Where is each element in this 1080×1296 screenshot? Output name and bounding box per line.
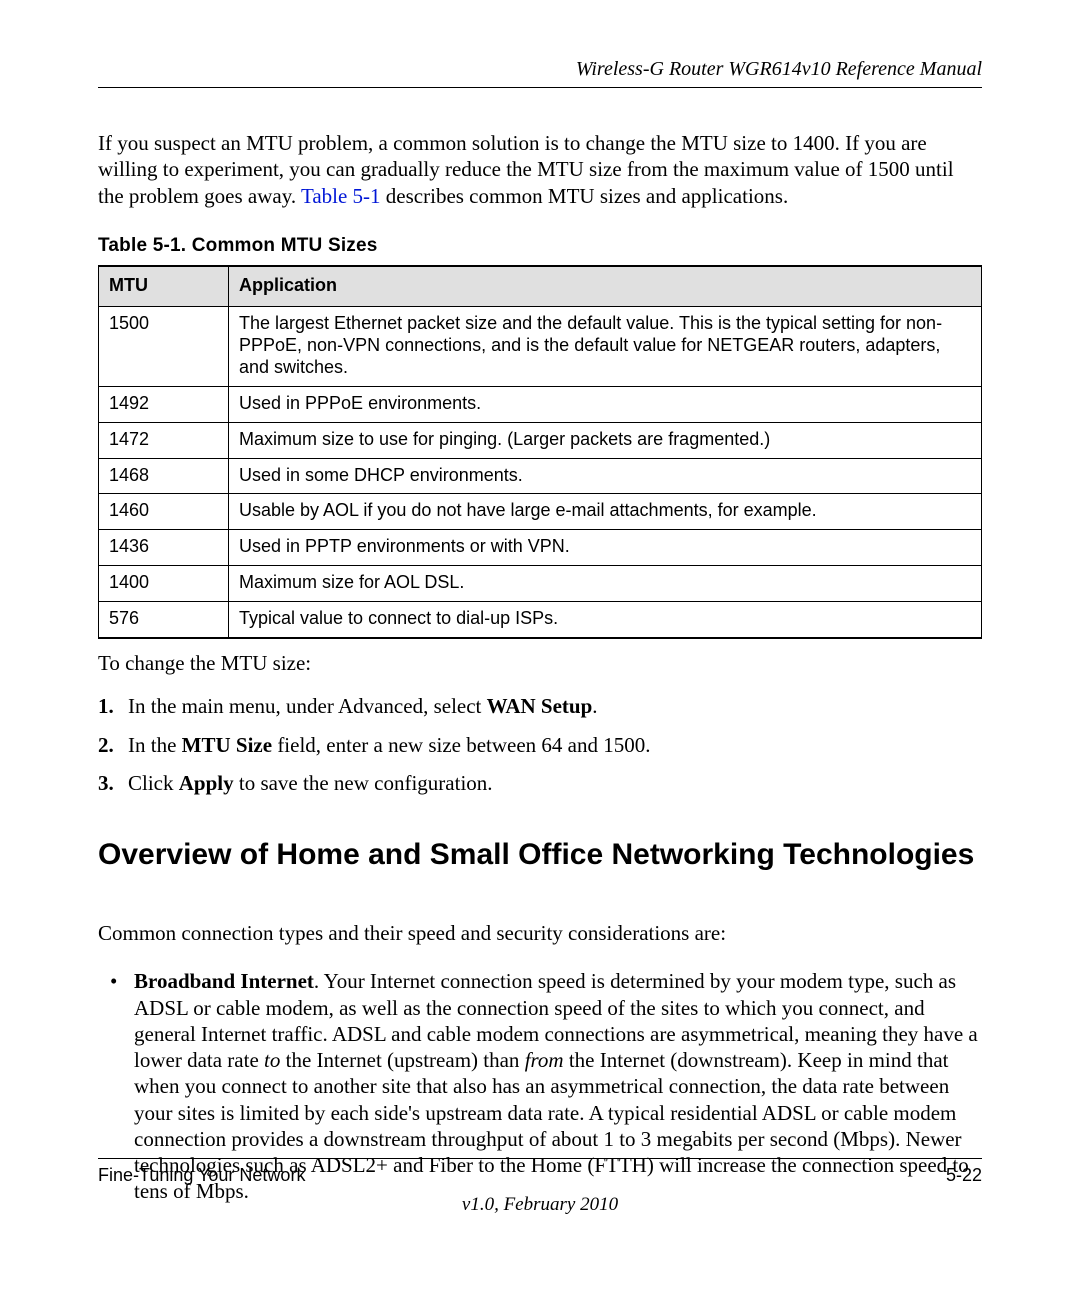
footer-section-name: Fine-Tuning Your Network bbox=[98, 1165, 305, 1186]
bullet-text: the Internet (upstream) than bbox=[280, 1048, 524, 1072]
column-header-mtu: MTU bbox=[99, 266, 229, 307]
cell-app: Typical value to connect to dial-up ISPs… bbox=[229, 602, 982, 638]
step-bold: Apply bbox=[179, 771, 234, 795]
section-heading: Overview of Home and Small Office Networ… bbox=[98, 837, 982, 873]
step-text: Click bbox=[128, 771, 179, 795]
document-header-title: Wireless-G Router WGR614v10 Reference Ma… bbox=[98, 58, 982, 87]
cell-mtu: 1472 bbox=[99, 422, 229, 458]
after-table-text: To change the MTU size: bbox=[98, 651, 982, 676]
cell-mtu: 1492 bbox=[99, 386, 229, 422]
step-item: In the main menu, under Advanced, select… bbox=[128, 692, 982, 720]
cell-mtu: 1460 bbox=[99, 494, 229, 530]
table-row: 1468Used in some DHCP environments. bbox=[99, 458, 982, 494]
step-text: In the bbox=[128, 733, 182, 757]
table-reference-link[interactable]: Table 5-1 bbox=[301, 184, 381, 208]
bullet-italic: to bbox=[264, 1048, 280, 1072]
table-header-row: MTU Application bbox=[99, 266, 982, 307]
step-bold: WAN Setup bbox=[487, 694, 593, 718]
table-caption: Table 5-1. Common MTU Sizes bbox=[98, 235, 982, 257]
table-row: 1436Used in PPTP environments or with VP… bbox=[99, 530, 982, 566]
intro-paragraph: If you suspect an MTU problem, a common … bbox=[98, 130, 982, 209]
mtu-table: MTU Application 1500The largest Ethernet… bbox=[98, 265, 982, 640]
cell-app: Used in PPPoE environments. bbox=[229, 386, 982, 422]
bullet-bold: Broadband Internet bbox=[134, 969, 314, 993]
section-intro: Common connection types and their speed … bbox=[98, 921, 982, 946]
step-text: field, enter a new size between 64 and 1… bbox=[272, 733, 650, 757]
steps-list: In the main menu, under Advanced, select… bbox=[98, 692, 982, 797]
footer-divider bbox=[98, 1158, 982, 1159]
cell-mtu: 1468 bbox=[99, 458, 229, 494]
step-text: to save the new configuration. bbox=[234, 771, 493, 795]
cell-app: The largest Ethernet packet size and the… bbox=[229, 306, 982, 386]
step-item: In the MTU Size field, enter a new size … bbox=[128, 731, 982, 759]
table-row: 576Typical value to connect to dial-up I… bbox=[99, 602, 982, 638]
cell-app: Used in some DHCP environments. bbox=[229, 458, 982, 494]
step-text: In the main menu, under Advanced, select bbox=[128, 694, 487, 718]
cell-mtu: 1500 bbox=[99, 306, 229, 386]
cell-app: Maximum size for AOL DSL. bbox=[229, 566, 982, 602]
column-header-application: Application bbox=[229, 266, 982, 307]
table-row: 1472Maximum size to use for pinging. (La… bbox=[99, 422, 982, 458]
step-bold: MTU Size bbox=[182, 733, 272, 757]
step-item: Click Apply to save the new configuratio… bbox=[128, 769, 982, 797]
cell-app: Used in PPTP environments or with VPN. bbox=[229, 530, 982, 566]
cell-mtu: 576 bbox=[99, 602, 229, 638]
page-footer: Fine-Tuning Your Network 5-22 bbox=[98, 1158, 982, 1186]
intro-text-2: describes common MTU sizes and applicati… bbox=[381, 184, 789, 208]
table-row: 1400Maximum size for AOL DSL. bbox=[99, 566, 982, 602]
footer-page-number: 5-22 bbox=[946, 1165, 982, 1186]
bullet-italic: from bbox=[525, 1048, 564, 1072]
cell-mtu: 1400 bbox=[99, 566, 229, 602]
table-row: 1460Usable by AOL if you do not have lar… bbox=[99, 494, 982, 530]
cell-app: Maximum size to use for pinging. (Larger… bbox=[229, 422, 982, 458]
cell-mtu: 1436 bbox=[99, 530, 229, 566]
table-row: 1500The largest Ethernet packet size and… bbox=[99, 306, 982, 386]
footer-version: v1.0, February 2010 bbox=[0, 1194, 1080, 1216]
table-row: 1492Used in PPPoE environments. bbox=[99, 386, 982, 422]
cell-app: Usable by AOL if you do not have large e… bbox=[229, 494, 982, 530]
step-text: . bbox=[592, 694, 597, 718]
header-divider bbox=[98, 87, 982, 88]
